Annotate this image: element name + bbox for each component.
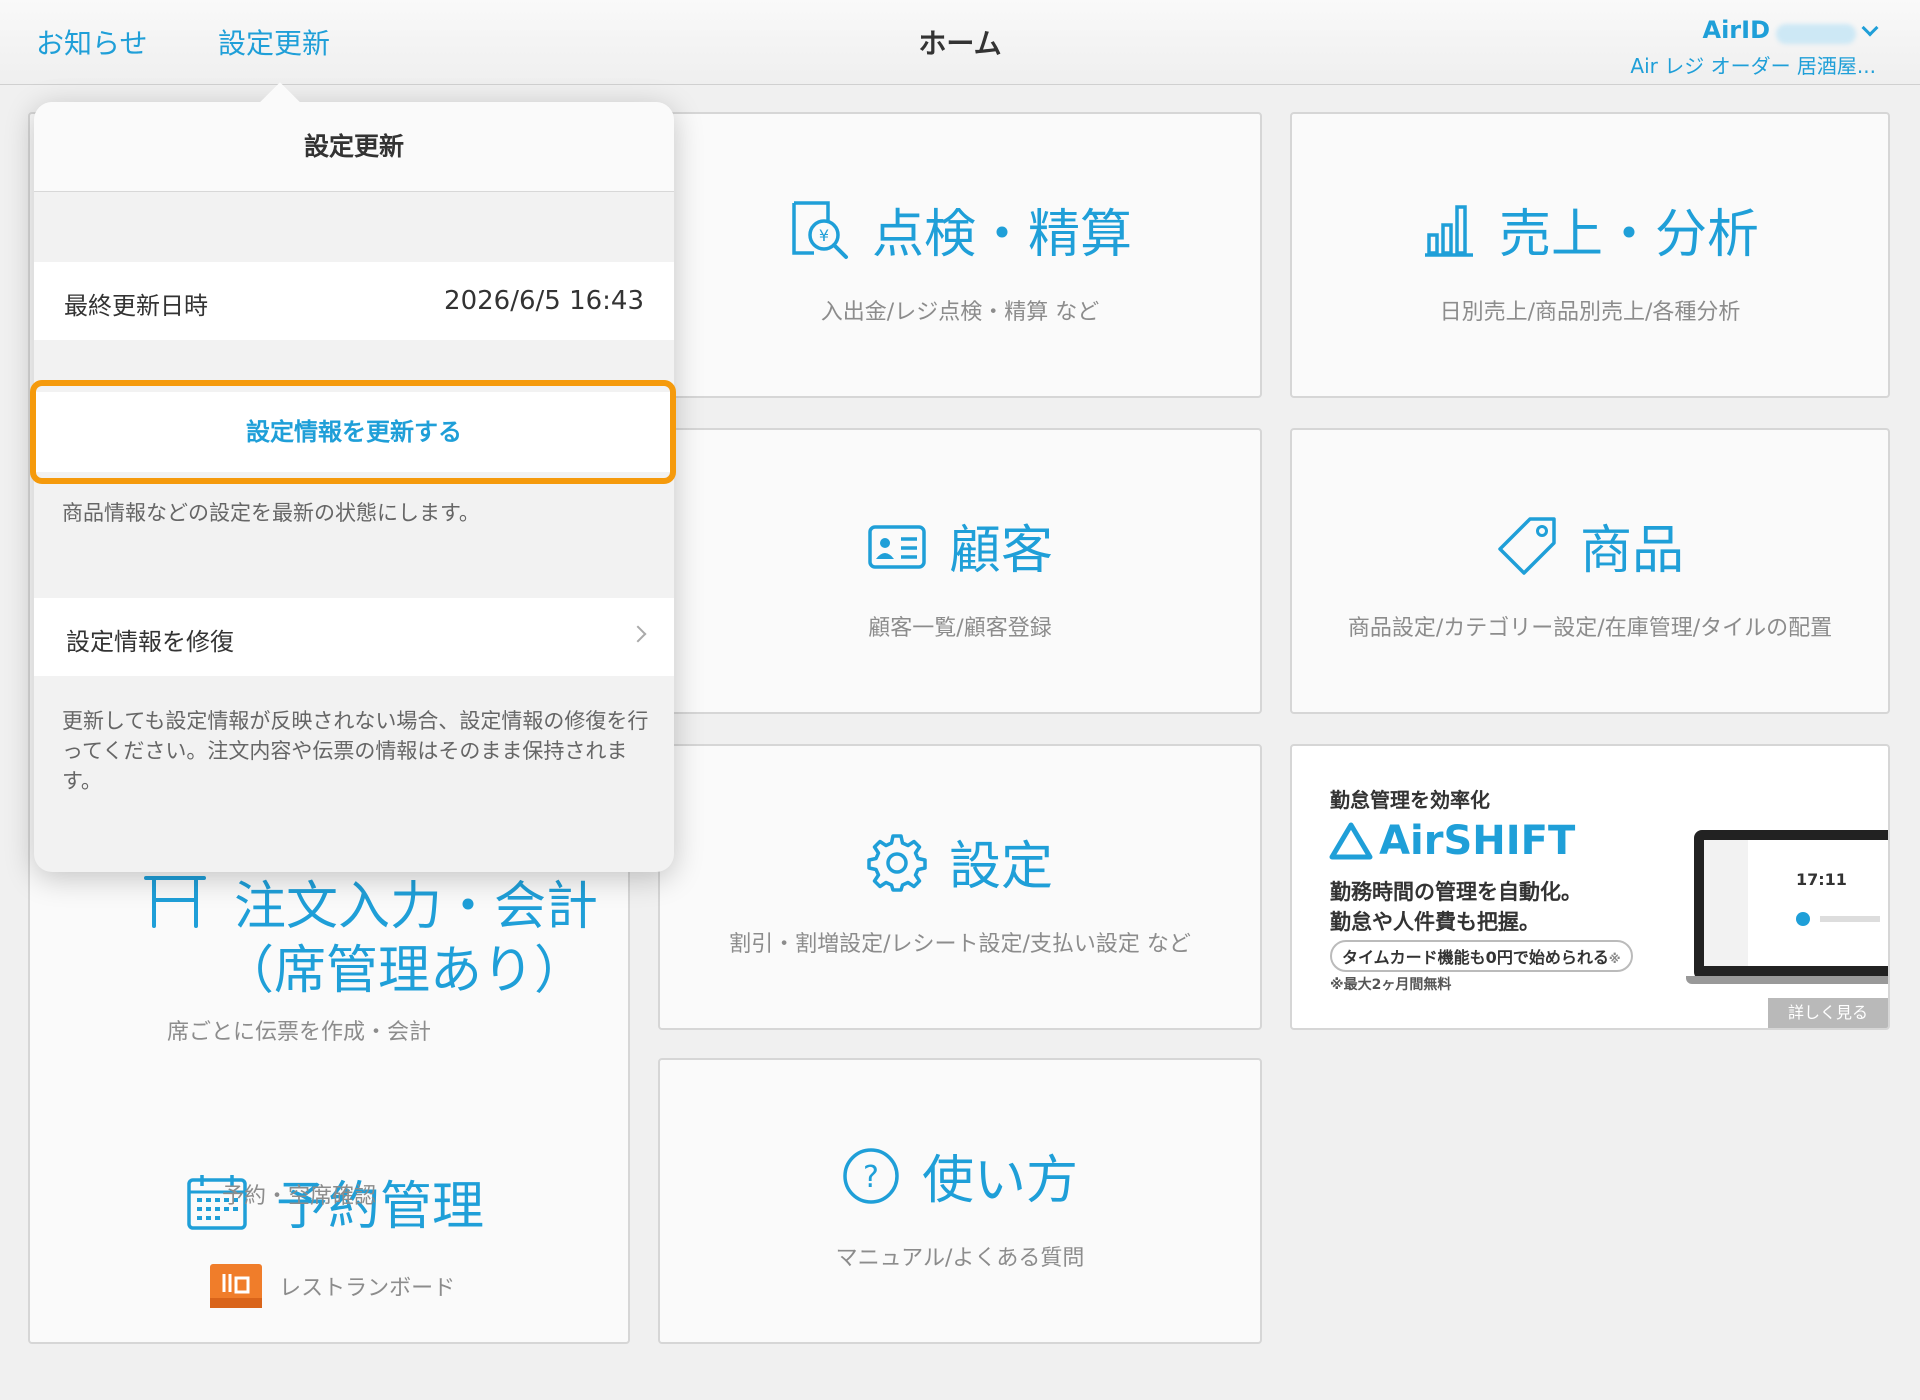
product-tile[interactable]: 商品 商品設定/カテゴリー設定/在庫管理/タイルの配置 xyxy=(1290,428,1890,714)
order-title-line2: （席管理あり） xyxy=(222,941,587,1001)
svg-text:¥: ¥ xyxy=(819,226,829,245)
settings-tile[interactable]: 設定 割引・割増設定/レシート設定/支払い設定 など xyxy=(658,744,1262,1030)
settings-sub: 割引・割増設定/レシート設定/支払い設定 など xyxy=(729,932,1191,957)
table-icon xyxy=(144,876,206,928)
help-tile[interactable]: ? 使い方 マニュアル/よくある質問 xyxy=(658,1058,1262,1344)
shop-name: Air レジ オーダー 居酒屋... xyxy=(1630,54,1876,78)
laptop-image: 17:11 xyxy=(1686,830,1888,984)
settings-update-popover: 設定更新 最終更新日時 2026/6/5 16:43 設定情報を更新する 商品情… xyxy=(34,82,674,872)
customer-tile[interactable]: 顧客 顧客一覧/顧客登録 xyxy=(658,428,1262,714)
notice-link[interactable]: お知らせ xyxy=(36,22,147,62)
bar-chart-icon xyxy=(1424,204,1473,257)
order-sub: 席ごとに伝票を作成・会計 xyxy=(166,1020,431,1045)
top-bar: お知らせ 設定更新 ホーム AirID Air レジ オーダー 居酒屋... xyxy=(0,0,1920,85)
ad-headline: 勤怠管理を効率化 xyxy=(1330,788,1490,812)
sales-sub: 日別売上/商品別売上/各種分析 xyxy=(1439,300,1741,325)
ad-brand: AirSHIFT xyxy=(1379,818,1576,864)
airshift-ad-banner[interactable]: 勤怠管理を効率化 AirSHIFT 勤務時間の管理を自動化。 勤怠や人件費も把握… xyxy=(1290,744,1890,1030)
ad-pill-mark: ※ xyxy=(1608,952,1621,966)
svg-text:?: ? xyxy=(863,1160,879,1195)
gear-icon xyxy=(867,833,927,892)
last-update-value: 2026/6/5 16:43 xyxy=(444,286,644,316)
update-note: 商品情報などの設定を最新の状態にします。 xyxy=(62,501,480,525)
ad-note: ※最大2ヶ月間無料 xyxy=(1330,977,1452,993)
customer-card-icon xyxy=(868,524,926,569)
ad-more-button[interactable]: 詳しく見る xyxy=(1768,998,1888,1028)
chevron-right-icon xyxy=(629,625,647,643)
product-sub: 商品設定/カテゴリー設定/在庫管理/タイルの配置 xyxy=(1347,616,1833,641)
help-title: 使い方 xyxy=(921,1151,1078,1211)
inspection-sub: 入出金/レジ点検・精算 など xyxy=(820,300,1100,325)
product-title: 商品 xyxy=(1579,521,1684,581)
sales-tile[interactable]: 売上・分析 日別売上/商品別売上/各種分析 xyxy=(1290,112,1890,398)
receipt-search-icon: ¥ xyxy=(792,200,848,259)
airid-masked-value xyxy=(1776,23,1856,44)
settings-update-link[interactable]: 設定更新 xyxy=(218,22,330,62)
account-menu[interactable]: AirID Air レジ オーダー 居酒屋... xyxy=(1630,16,1879,79)
settings-title: 設定 xyxy=(948,837,1053,897)
repair-settings-row[interactable]: 設定情報を修復 xyxy=(34,598,674,676)
order-input-button[interactable]: 注文入力・会計 （席管理あり） xyxy=(112,866,612,1001)
customer-title: 顧客 xyxy=(948,521,1053,581)
restaurant-board-icon xyxy=(210,1264,262,1308)
inspection-tile[interactable]: ¥ 点検・精算 入出金/レジ点検・精算 など xyxy=(658,112,1262,398)
last-update-row: 最終更新日時 2026/6/5 16:43 xyxy=(34,262,674,340)
last-update-label: 最終更新日時 xyxy=(64,292,208,320)
airshift-logo-icon xyxy=(1329,822,1373,860)
ad-pill-text: タイムカード機能も0円で始められる xyxy=(1342,948,1609,967)
repair-label: 設定情報を修復 xyxy=(66,628,234,656)
airid-label: AirID xyxy=(1702,16,1771,44)
restaurant-board-link[interactable]: レストランボード xyxy=(210,1264,455,1314)
restaurant-board-label: レストランボード xyxy=(279,1276,456,1301)
customer-sub: 顧客一覧/顧客登録 xyxy=(868,616,1052,641)
sales-title: 売上・分析 xyxy=(1498,205,1759,265)
ad-pill: タイムカード機能も0円で始められる※ xyxy=(1330,940,1633,972)
repair-note: 更新しても設定情報が反映されない場合、設定情報の修復を行ってください。注文内容や… xyxy=(62,709,649,793)
chevron-down-icon xyxy=(1861,19,1879,37)
popover-title: 設定更新 xyxy=(34,102,674,192)
ad-line1: 勤務時間の管理を自動化。 xyxy=(1330,880,1582,904)
ad-line2: 勤怠や人件費も把握。 xyxy=(1330,910,1540,934)
laptop-time: 17:11 xyxy=(1796,870,1847,889)
tag-icon xyxy=(1498,516,1556,575)
question-icon: ? xyxy=(843,1147,899,1204)
highlight-frame xyxy=(30,380,676,484)
inspection-title: 点検・精算 xyxy=(871,205,1132,265)
reservation-sub: 予約・空席確認 xyxy=(221,1184,376,1209)
help-sub: マニュアル/よくある質問 xyxy=(835,1246,1085,1271)
